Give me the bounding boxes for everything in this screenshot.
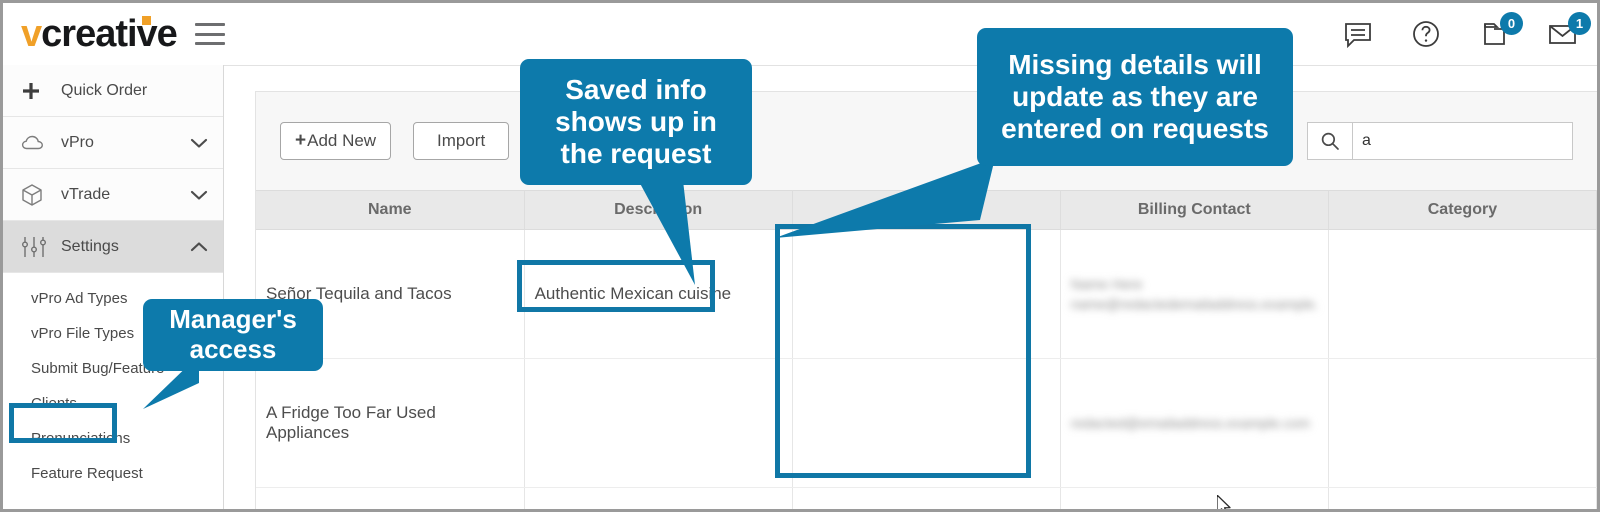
help-icon[interactable] bbox=[1409, 17, 1443, 51]
add-new-button[interactable]: + Add New bbox=[280, 122, 392, 160]
sidebar-subitem-label: Feature Request bbox=[31, 465, 143, 482]
missing-details-callout-text: Missing details will update as they are … bbox=[1001, 49, 1269, 144]
cell-description bbox=[524, 487, 793, 509]
chevron-up-icon[interactable] bbox=[189, 240, 209, 254]
folder-icon[interactable]: 0 bbox=[1477, 12, 1523, 51]
sidebar-item-vpro[interactable]: vPro bbox=[3, 117, 223, 169]
cell-billing-contact: redacted@emailaddress.example.com bbox=[1060, 358, 1329, 488]
hamburger-bar bbox=[194, 23, 225, 26]
hamburger-bar bbox=[194, 42, 225, 45]
column-header-billing-contact[interactable]: Billing Contact bbox=[1060, 190, 1329, 230]
sidebar-subitem-label: Pronunciations bbox=[31, 430, 131, 447]
cell-category bbox=[1328, 358, 1597, 488]
sliders-icon bbox=[21, 236, 53, 258]
chevron-down-icon[interactable] bbox=[189, 188, 209, 202]
cell-description bbox=[524, 358, 793, 488]
redacted-billing-contact: Name Here name@redactedemailaddress.exam… bbox=[1070, 275, 1318, 312]
sidebar-subitem-label: Clients bbox=[31, 395, 77, 412]
cell-billing-contact bbox=[1060, 487, 1329, 509]
sidebar-item-pronunciations[interactable]: Pronunciations bbox=[3, 421, 223, 456]
manager-access-callout: Manager's access bbox=[143, 299, 323, 371]
sidebar-item-settings[interactable]: Settings bbox=[3, 221, 223, 273]
cloud-icon bbox=[21, 133, 53, 153]
sidebar-item-vtrade[interactable]: vTrade bbox=[3, 169, 223, 221]
cell-name: A Fridge Too Far Used Appliances bbox=[256, 358, 525, 488]
mouse-cursor bbox=[1217, 495, 1231, 509]
cell-address bbox=[792, 487, 1061, 509]
app-window: vcreative 0 1 Quick Order vPro vTrade Se… bbox=[0, 0, 1600, 512]
redacted-billing-contact: redacted@emailaddress.example.com bbox=[1070, 414, 1310, 431]
cube-icon bbox=[21, 183, 53, 207]
logo-v: v bbox=[21, 13, 42, 55]
import-label: Import bbox=[437, 131, 486, 150]
submenu-spacer bbox=[3, 273, 223, 281]
sidebar-item-quick-order[interactable]: Quick Order bbox=[3, 65, 223, 117]
missing-details-callout: Missing details will update as they are … bbox=[977, 28, 1293, 166]
envelope-badge: 1 bbox=[1568, 12, 1591, 35]
cell-name bbox=[256, 487, 525, 509]
logo-rest: creative bbox=[41, 13, 178, 55]
sidebar-subitem-label: vPro File Types bbox=[31, 325, 135, 342]
cell-category bbox=[1328, 229, 1597, 359]
chat-icon[interactable] bbox=[1341, 17, 1375, 51]
table-row[interactable]: Señor Tequila and Tacos Authentic Mexica… bbox=[256, 229, 1597, 359]
search-icon[interactable] bbox=[1308, 123, 1352, 159]
sidebar-item-label: Quick Order bbox=[61, 81, 148, 99]
header-icon-group: 0 1 bbox=[1341, 12, 1591, 51]
table-row[interactable]: A Fridge Too Far Used Appliances redacte… bbox=[256, 358, 1597, 488]
manager-access-callout-text: Manager's access bbox=[169, 304, 297, 364]
sidebar-subitem-label: vPro Ad Types bbox=[31, 290, 128, 307]
missing-details-callout-tail bbox=[775, 158, 995, 238]
logo-dot-icon bbox=[142, 16, 151, 25]
saved-info-callout: Saved info shows up in the request bbox=[520, 59, 752, 185]
plus-icon bbox=[21, 81, 53, 101]
content-panel: +Add New Import Name Des bbox=[255, 91, 1597, 509]
add-new-label: Add New bbox=[307, 131, 377, 150]
app-header: vcreative 0 1 bbox=[3, 3, 1597, 66]
envelope-icon[interactable]: 1 bbox=[1545, 12, 1591, 51]
vcreative-logo[interactable]: vcreative bbox=[21, 13, 178, 55]
sidebar-item-label: vTrade bbox=[61, 185, 111, 203]
column-header-category[interactable]: Category bbox=[1328, 190, 1597, 230]
plus-icon: + bbox=[295, 130, 307, 151]
cell-address bbox=[792, 229, 1061, 359]
saved-info-callout-text: Saved info shows up in the request bbox=[555, 74, 717, 169]
column-header-name[interactable]: Name bbox=[256, 190, 525, 230]
import-button[interactable]: Import bbox=[413, 122, 510, 160]
table-row[interactable] bbox=[256, 487, 1597, 509]
folder-badge: 0 bbox=[1500, 12, 1523, 35]
sidebar: Quick Order vPro vTrade Settings vPro Ad… bbox=[3, 65, 224, 509]
sidebar-item-label: vPro bbox=[61, 133, 94, 151]
search-input[interactable] bbox=[1352, 123, 1572, 159]
search-box bbox=[1307, 122, 1573, 160]
sidebar-item-feature-request[interactable]: Feature Request bbox=[3, 456, 223, 491]
sidebar-item-label: Settings bbox=[61, 237, 119, 255]
chevron-down-icon[interactable] bbox=[189, 136, 209, 150]
cell-category bbox=[1328, 487, 1597, 509]
hamburger-icon[interactable] bbox=[194, 23, 225, 45]
cell-billing-contact: Name Here name@redactedemailaddress.exam… bbox=[1060, 229, 1329, 359]
cell-address bbox=[792, 358, 1061, 488]
hamburger-bar bbox=[194, 32, 225, 36]
